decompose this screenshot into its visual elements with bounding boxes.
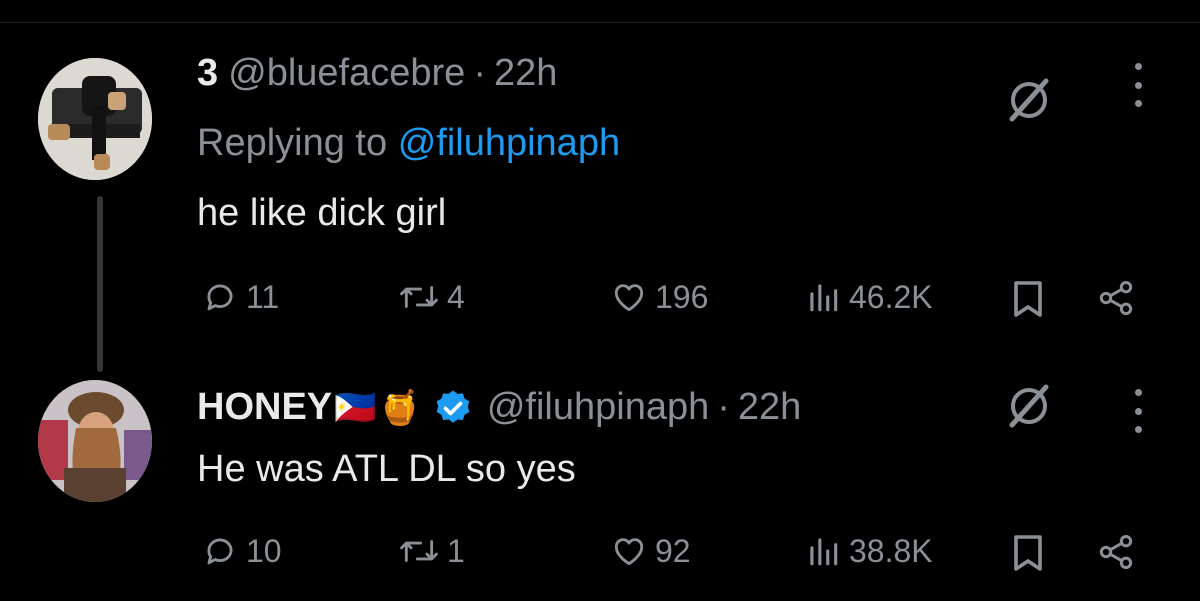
replying-to: Replying to @filuhpinaph (197, 122, 620, 165)
share-icon[interactable] (1096, 278, 1136, 318)
reply-icon (207, 538, 233, 565)
separator-dot: · (717, 386, 730, 428)
repost-count: 4 (447, 278, 465, 315)
top-divider (0, 22, 1200, 23)
repost-button[interactable]: 1 (397, 532, 465, 570)
views-button[interactable]: 46.2K (803, 278, 933, 316)
like-icon (614, 284, 644, 312)
verified-badge-icon (436, 390, 470, 423)
post-text: he like dick girl (197, 192, 447, 234)
views-button[interactable]: 38.8K (803, 532, 933, 570)
bookmark-icon[interactable] (1010, 533, 1046, 573)
timestamp[interactable]: 22h (494, 52, 557, 95)
honey-pot-emoji: 🍯 (378, 388, 421, 427)
like-button[interactable]: 196 (609, 278, 708, 316)
timestamp[interactable]: 22h (738, 386, 801, 429)
view-count: 38.8K (849, 532, 933, 569)
reply-count: 10 (246, 532, 282, 569)
grok-icon[interactable] (1006, 77, 1052, 123)
like-button[interactable]: 92 (609, 532, 691, 570)
replying-handle-link[interactable]: @filuhpinaph (398, 122, 620, 164)
user-handle[interactable]: @bluefacebre (228, 52, 465, 95)
reply-button[interactable]: 11 (200, 278, 279, 316)
post-header: HONEY 🇵🇭 🍯 @filuhpinaph · 22h (197, 386, 801, 429)
display-name[interactable]: 3 (197, 52, 218, 95)
repost-icon (400, 286, 438, 308)
like-icon (614, 538, 644, 566)
replying-prefix: Replying to (197, 122, 388, 164)
share-icon[interactable] (1096, 532, 1136, 572)
avatar[interactable] (38, 380, 152, 502)
repost-button[interactable]: 4 (397, 278, 465, 316)
reply-count: 11 (246, 278, 280, 315)
more-icon[interactable] (1131, 389, 1145, 433)
post-header: 3 @bluefacebre · 22h (197, 52, 557, 95)
philippines-flag-emoji: 🇵🇭 (334, 388, 377, 427)
views-icon (810, 538, 838, 566)
view-count: 46.2K (849, 278, 933, 315)
avatar[interactable] (38, 58, 152, 180)
bookmark-icon[interactable] (1010, 279, 1046, 319)
display-name[interactable]: HONEY (197, 386, 332, 429)
thread-connector-line (97, 196, 103, 372)
like-count: 92 (655, 532, 691, 569)
separator-dot: · (473, 52, 486, 94)
like-count: 196 (655, 278, 709, 315)
views-icon (810, 284, 838, 312)
repost-count: 1 (447, 532, 465, 569)
more-icon[interactable] (1131, 63, 1145, 107)
user-handle[interactable]: @filuhpinaph (487, 386, 709, 429)
repost-icon (400, 540, 438, 562)
grok-icon[interactable] (1006, 383, 1052, 429)
reply-button[interactable]: 10 (200, 532, 282, 570)
reply-icon (207, 284, 233, 311)
post-text: He was ATL DL so yes (197, 448, 576, 490)
